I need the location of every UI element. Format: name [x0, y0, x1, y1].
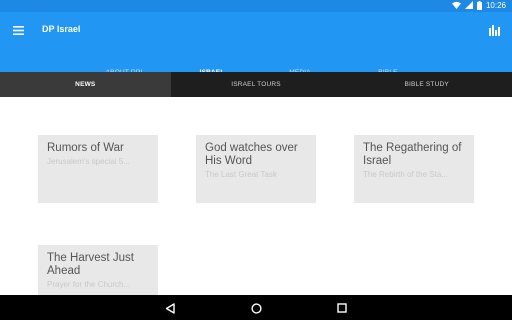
navigation-bar	[0, 295, 512, 320]
status-bar: 10:26	[0, 0, 512, 12]
app-bar: DP Israel ABOUT DPI ISRAEL MEDIA BIBLE	[0, 12, 512, 84]
article-subtitle: Jerusalem's special 5...	[47, 157, 130, 166]
article-title: Rumors of War	[47, 142, 124, 154]
status-time: 10:26	[485, 1, 506, 10]
wifi-icon	[451, 1, 461, 11]
article-title: The Regathering of Israel	[363, 142, 462, 167]
article-title: The Harvest Just Ahead	[47, 252, 134, 277]
subtab-israel-tours[interactable]: ISRAEL TOURS	[171, 72, 342, 97]
sub-tabs: NEWS ISRAEL TOURS BIBLE STUDY	[0, 72, 512, 97]
signal-icon	[464, 1, 473, 11]
subtab-bible-study[interactable]: BIBLE STUDY	[341, 72, 512, 97]
menu-icon[interactable]	[8, 20, 28, 40]
article-card[interactable]: God watches over His Word The Last Great…	[196, 135, 316, 203]
article-card[interactable]: Rumors of War Jerusalem's special 5...	[38, 135, 158, 203]
article-title: God watches over His Word	[205, 142, 298, 167]
article-card[interactable]: The Regathering of Israel The Rebirth of…	[354, 135, 474, 203]
bar-chart-icon[interactable]	[485, 21, 503, 39]
article-subtitle: Prayer for the Church...	[47, 280, 131, 289]
subtab-news[interactable]: NEWS	[0, 72, 171, 97]
app-title: DP Israel	[42, 24, 81, 34]
news-content: Rumors of War Jerusalem's special 5... G…	[0, 97, 512, 295]
home-icon[interactable]	[247, 299, 265, 317]
status-icons: 10:26	[451, 0, 506, 12]
battery-icon	[476, 0, 482, 12]
article-subtitle: The Rebirth of the Sta...	[363, 170, 448, 179]
recents-icon[interactable]	[333, 299, 351, 317]
article-card[interactable]: The Harvest Just Ahead Prayer for the Ch…	[38, 245, 158, 295]
back-icon[interactable]	[161, 299, 179, 317]
article-subtitle: The Last Great Task	[205, 170, 277, 179]
